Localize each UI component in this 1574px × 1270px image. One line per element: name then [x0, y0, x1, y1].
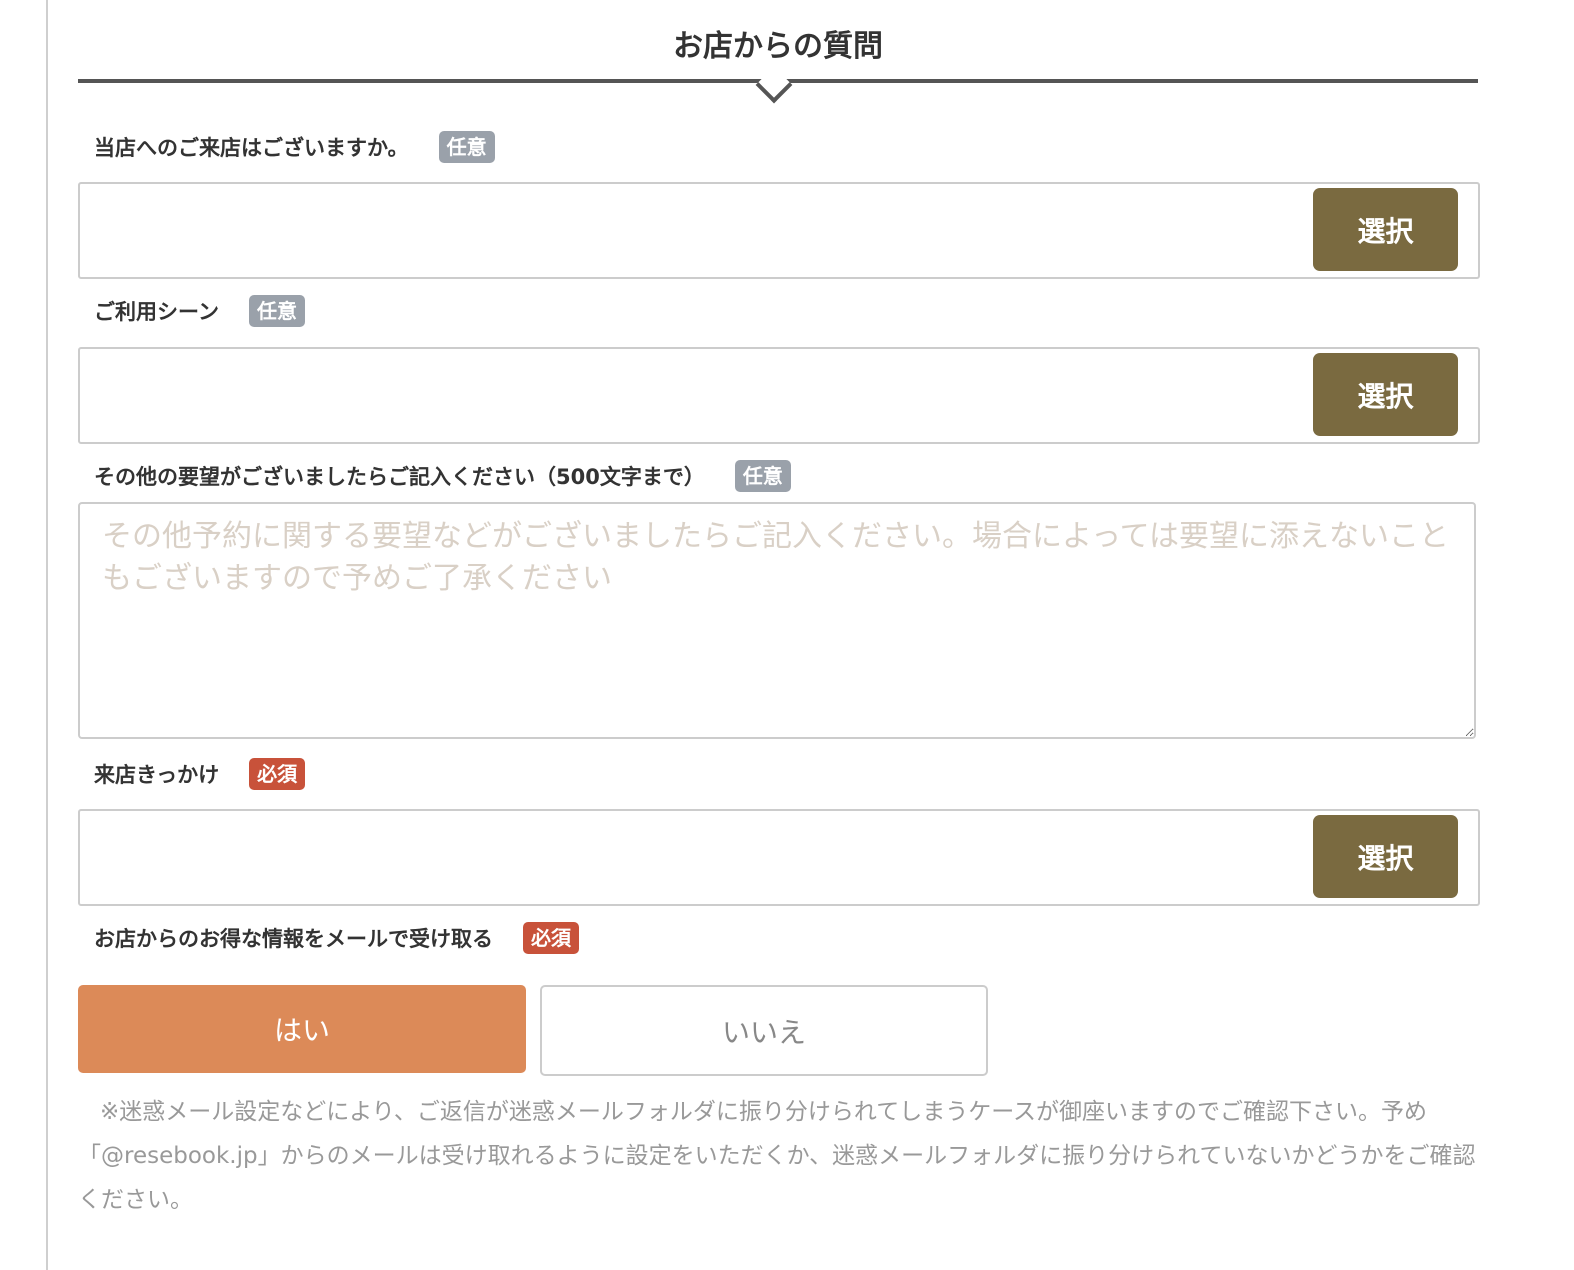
required-badge: 必須 [249, 758, 306, 790]
newsletter-label: お店からのお得な情報をメールで受け取る 必須 [94, 921, 579, 955]
newsletter-yes-button[interactable]: はい [78, 985, 526, 1073]
left-border-line [46, 0, 48, 1270]
usage-scene-label: ご利用シーン 任意 [94, 294, 305, 328]
newsletter-no-button[interactable]: いいえ [540, 985, 988, 1076]
section-title: お店からの質問 [673, 29, 883, 64]
optional-badge: 任意 [734, 460, 791, 492]
spam-mail-notice: ※迷惑メール設定などにより、ご返信が迷惑メールフォルダに振り分けられてしまうケー… [78, 1099, 1476, 1213]
optional-badge: 任意 [248, 295, 305, 327]
visit-reason-label-text: 来店きっかけ [94, 763, 220, 787]
requests-textarea[interactable] [78, 502, 1476, 739]
usage-scene-select-button[interactable]: 選択 [1313, 353, 1458, 436]
usage-scene-select[interactable]: 選択 [78, 347, 1480, 444]
visit-history-label: 当店へのご来店はございますか。 任意 [94, 130, 495, 164]
required-badge: 必須 [523, 922, 579, 954]
visit-reason-select[interactable]: 選択 [78, 809, 1480, 906]
requests-label: その他の要望がございましたらご記入ください（500文字まで） 任意 [94, 459, 791, 493]
optional-badge: 任意 [438, 131, 495, 163]
visit-history-select[interactable]: 選択 [78, 182, 1480, 279]
visit-history-label-text: 当店へのご来店はございますか。 [94, 136, 409, 160]
visit-reason-label: 来店きっかけ 必須 [94, 757, 306, 791]
newsletter-label-text: お店からのお得な情報をメールで受け取る [94, 927, 493, 951]
requests-label-text: その他の要望がございましたらご記入ください（500文字まで） [94, 465, 705, 489]
visit-history-select-button[interactable]: 選択 [1313, 188, 1458, 271]
chevron-down-icon [755, 66, 793, 104]
usage-scene-label-text: ご利用シーン [94, 300, 219, 324]
visit-reason-select-button[interactable]: 選択 [1313, 815, 1458, 898]
